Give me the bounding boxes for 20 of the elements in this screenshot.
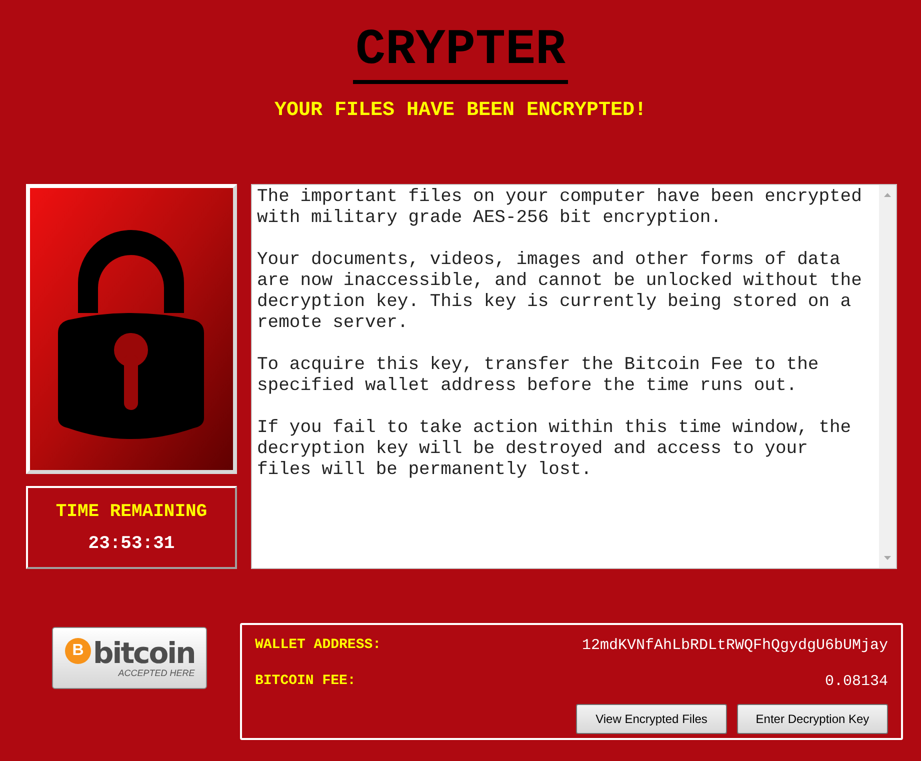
- field-value: 12mdKVNfAhLbRDLtRWQFhQgydgU6bUMjay: [582, 636, 888, 656]
- up-arrow-icon[interactable]: [884, 193, 891, 197]
- field-value: 0.08134: [824, 672, 888, 692]
- message-paragraph: If you fail to take action within this time window, the decryption key will be destroyed and access to your files will be permanently lost.: [257, 418, 852, 481]
- warning-heading: YOUR FILES HAVE BEEN ENCRYPTED!: [274, 98, 647, 124]
- badge-caption: ACCEPTED HERE: [118, 668, 195, 678]
- bitcoin-logo-icon: B: [65, 638, 91, 664]
- countdown-timer: 23:53:31: [88, 534, 175, 552]
- action-button[interactable]: View Encrypted Files: [576, 704, 727, 734]
- badge-title: bitcoin: [93, 638, 195, 668]
- field-label: WALLET ADDRESS:: [255, 636, 382, 655]
- scrollbar[interactable]: [879, 185, 896, 568]
- timer-label: TIME REMAINING: [56, 502, 208, 520]
- message-paragraph: Your documents, videos, images and other forms of data are now inaccessible, and cannot be unlocked without the decryption key. This key is currently being stored on a remote server.: [257, 250, 863, 334]
- app-title: CRYPTER: [353, 22, 568, 84]
- message-paragraph: The important files on your computer have been encrypted with military grade AES-256 bit encryption.: [257, 187, 863, 229]
- field-label: BITCOIN FEE:: [255, 672, 356, 690]
- action-button[interactable]: Enter Decryption Key: [737, 704, 888, 734]
- down-arrow-icon[interactable]: [884, 556, 891, 560]
- message-paragraph: To acquire this key, transfer the Bitcoin Fee to the specified wallet address before the time runs out.: [257, 355, 820, 397]
